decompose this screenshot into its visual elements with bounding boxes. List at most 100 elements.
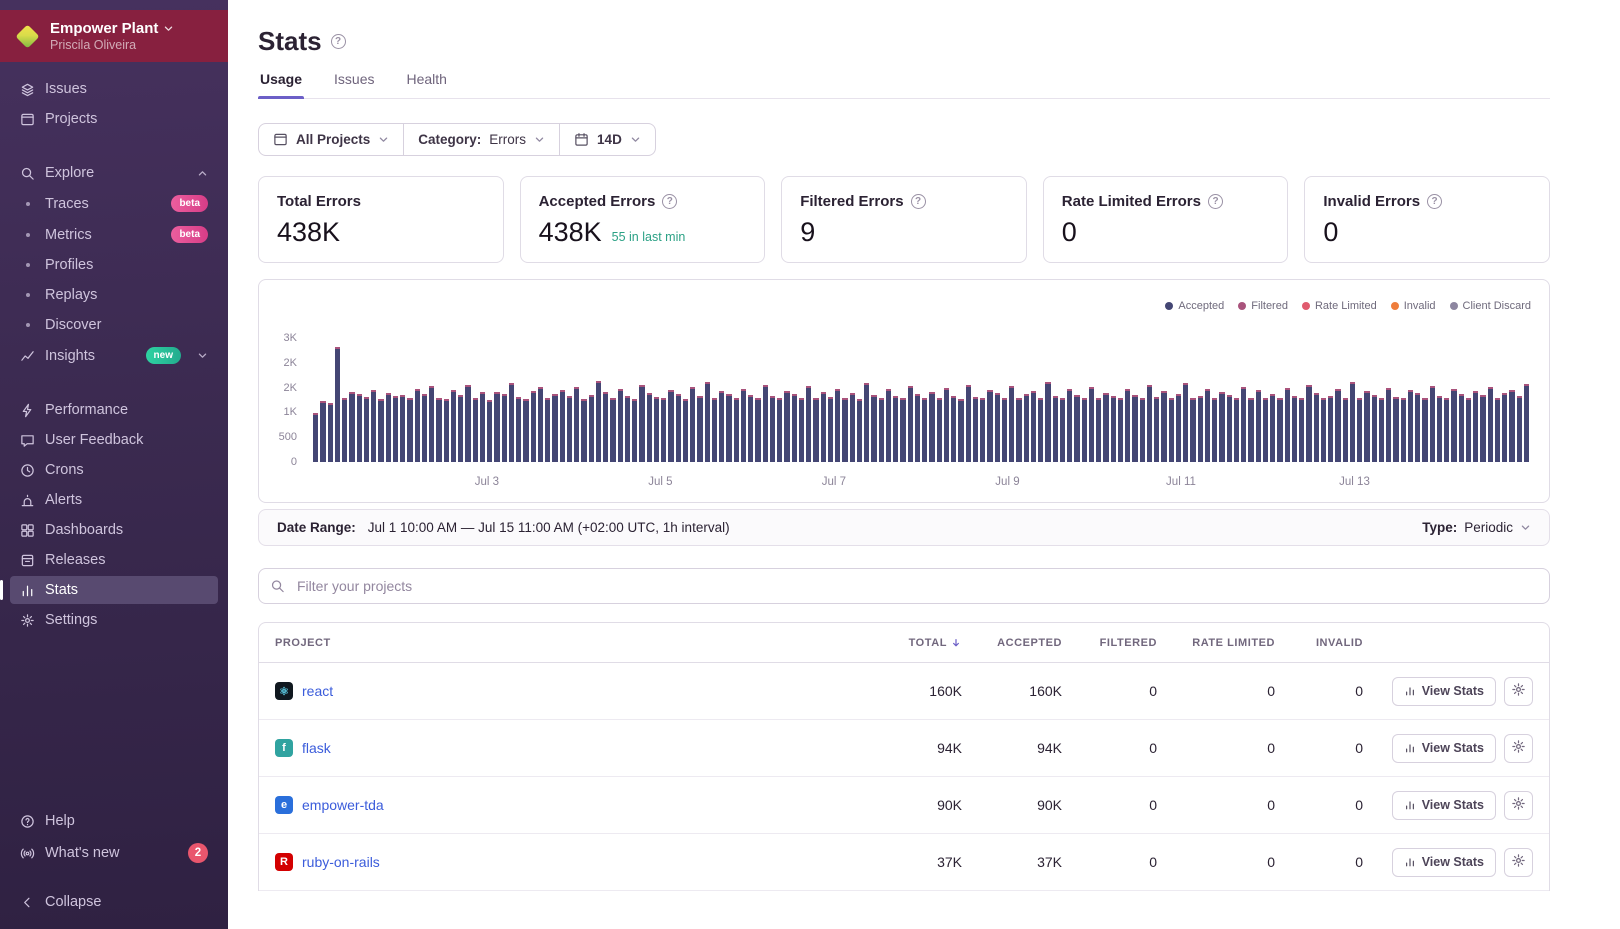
y-axis-tick: 500 — [278, 431, 297, 444]
project-settings-button[interactable] — [1504, 733, 1533, 763]
date-range-dropdown[interactable]: 14D — [559, 124, 655, 155]
chart-bar — [1436, 396, 1443, 462]
chart-type-dropdown[interactable]: Type: Periodic — [1422, 520, 1531, 535]
sidebar-item-discover[interactable]: Discover — [10, 311, 218, 339]
stat-card-title: Rate Limited Errors — [1061, 193, 1201, 210]
feedback-icon — [20, 433, 35, 448]
view-stats-button[interactable]: View Stats — [1391, 676, 1496, 706]
sidebar-item-what-s-new[interactable]: What's new 2 — [10, 837, 218, 869]
project-link[interactable]: react — [302, 683, 333, 699]
beta-badge: beta — [171, 195, 208, 212]
project-search-input[interactable] — [258, 568, 1550, 604]
sidebar-item-crons[interactable]: Crons — [10, 456, 218, 484]
tab-usage[interactable]: Usage — [258, 71, 305, 99]
column-header-total[interactable]: TOTAL — [862, 637, 962, 649]
tab-issues[interactable]: Issues — [332, 71, 376, 98]
help-icon[interactable]: ? — [1208, 194, 1223, 209]
chart-bar — [1299, 398, 1305, 462]
legend-item-client-discard[interactable]: Client Discard — [1449, 300, 1531, 312]
sidebar-item-traces[interactable]: Traces beta — [10, 189, 218, 218]
chart-bar — [653, 397, 660, 462]
app-window: Empower Plant Priscila Oliveira Issues Pr… — [0, 0, 1620, 929]
sidebar-item-user-feedback[interactable]: User Feedback — [10, 426, 218, 454]
sidebar-item-stats[interactable]: Stats — [0, 576, 218, 604]
category-filter-dropdown[interactable]: Category: Errors — [403, 124, 559, 155]
project-settings-button[interactable] — [1504, 847, 1533, 877]
chart-bar — [820, 391, 827, 462]
stat-card-rate-limited-errors: Rate Limited Errors? 0 — [1042, 176, 1289, 263]
chart-bar — [1277, 398, 1283, 462]
column-header-filtered[interactable]: FILTERED — [1062, 637, 1157, 649]
sidebar-item-help[interactable]: Help — [10, 807, 218, 835]
help-icon[interactable]: ? — [1427, 194, 1443, 209]
chart-bar — [849, 393, 856, 462]
sidebar-item-dashboards[interactable]: Dashboards — [10, 516, 218, 544]
project-link[interactable]: empower-tda — [302, 797, 384, 813]
legend-item-accepted[interactable]: Accepted — [1165, 300, 1224, 312]
date-range-caption: Date Range: — [277, 520, 356, 535]
view-stats-button[interactable]: View Stats — [1391, 733, 1496, 763]
chart-bar — [407, 398, 413, 462]
sidebar-item-insights[interactable]: Insights new — [10, 341, 218, 370]
legend-item-invalid[interactable]: Invalid — [1390, 300, 1436, 312]
chart-bar — [965, 384, 972, 462]
chart-bar — [327, 403, 334, 462]
chart-bar — [334, 346, 341, 462]
chart-bar — [1059, 398, 1066, 462]
column-header-rate-limited[interactable]: RATE LIMITED — [1157, 637, 1275, 649]
project-link[interactable]: ruby-on-rails — [302, 854, 380, 870]
chart-bar — [1364, 391, 1370, 462]
sidebar-item-projects[interactable]: Projects — [10, 105, 218, 133]
tab-health[interactable]: Health — [405, 71, 449, 98]
column-header-accepted[interactable]: ACCEPTED — [962, 637, 1062, 649]
project-settings-button[interactable] — [1504, 676, 1533, 706]
chart-bar — [878, 398, 885, 462]
collapse-icon — [20, 895, 35, 910]
column-header-invalid[interactable]: INVALID — [1275, 637, 1363, 649]
project-platform-icon: R — [275, 853, 293, 871]
view-stats-button[interactable]: View Stats — [1391, 790, 1496, 820]
sidebar-item-metrics[interactable]: Metrics beta — [10, 220, 218, 249]
sidebar-item-settings[interactable]: Settings — [10, 606, 218, 634]
sidebar-item-performance[interactable]: Performance — [10, 396, 218, 424]
help-icon[interactable]: ? — [910, 194, 926, 209]
stat-card-title: Total Errors — [277, 193, 361, 210]
stat-card-title: Accepted Errors — [538, 193, 656, 210]
legend-item-filtered[interactable]: Filtered — [1238, 300, 1288, 312]
page-help-icon[interactable]: ? — [330, 34, 346, 49]
accepted-value: 160K — [1029, 683, 1062, 699]
chart-bar — [559, 389, 566, 462]
sidebar-item-issues[interactable]: Issues — [10, 75, 218, 103]
sidebar-item-alerts[interactable]: Alerts — [10, 486, 218, 514]
sidebar-collapse-button[interactable]: Collapse — [10, 888, 218, 916]
usage-chart-plot[interactable] — [313, 338, 1530, 462]
sidebar-item-replays[interactable]: Replays — [10, 281, 218, 309]
chart-type-label: Type: — [1422, 520, 1458, 535]
view-stats-button[interactable]: View Stats — [1391, 847, 1496, 877]
sidebar-nav-secondary: Performance User Feedback Crons Alerts Dashb… — [0, 395, 228, 635]
project-link[interactable]: flask — [302, 740, 331, 756]
chart-bar — [958, 398, 964, 462]
org-logo-icon — [14, 23, 40, 49]
settings-icon — [20, 613, 35, 628]
sidebar-item-explore[interactable]: Explore — [10, 159, 218, 187]
chart-bar — [806, 386, 812, 462]
chart-bar — [914, 393, 921, 462]
chart-bar — [1197, 395, 1204, 462]
project-filter-dropdown[interactable]: All Projects — [259, 124, 403, 155]
org-name: Empower Plant — [50, 20, 159, 37]
chart-bar — [1023, 393, 1030, 462]
help-icon[interactable]: ? — [662, 194, 678, 209]
legend-item-rate-limited[interactable]: Rate Limited — [1301, 300, 1377, 312]
org-switcher[interactable]: Empower Plant Priscila Oliveira — [0, 10, 228, 62]
chart-bar — [755, 398, 761, 462]
sidebar-item-profiles[interactable]: Profiles — [10, 251, 218, 279]
project-settings-button[interactable] — [1504, 790, 1533, 820]
rate_limited-value: 0 — [1267, 683, 1275, 699]
sidebar-item-releases[interactable]: Releases — [10, 546, 218, 574]
dashboards-icon — [20, 523, 35, 538]
crons-icon — [20, 463, 35, 478]
column-header-project[interactable]: PROJECT — [275, 637, 862, 649]
chevron-down-icon — [534, 134, 545, 145]
chart-bar — [1407, 389, 1414, 462]
